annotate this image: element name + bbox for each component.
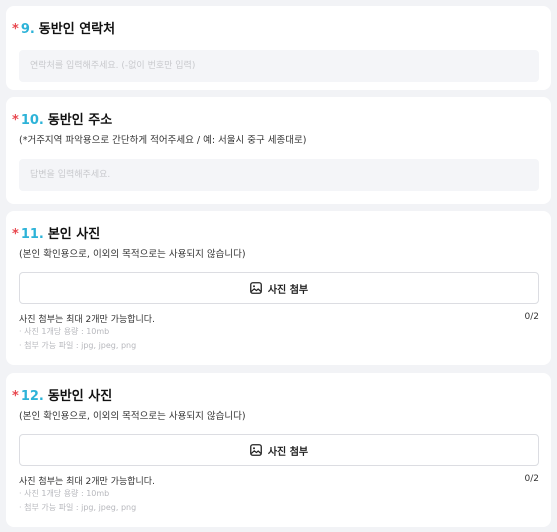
question-card-12: * 12. 동반인 사진 (본인 확인용으로, 이외의 목적으로는 사용되지 않… bbox=[6, 373, 551, 527]
photo-upload-label: 사진 첨부 bbox=[267, 284, 309, 296]
question-card-11: * 11. 본인 사진 (본인 확인용으로, 이외의 목적으로는 사용되지 않습… bbox=[6, 211, 551, 365]
upload-size-note: · 사진 1개당 용량 : 10mb bbox=[19, 327, 110, 336]
question-label-12: 동반인 사진 bbox=[47, 389, 113, 404]
photo-upload-button-self[interactable]: 사진 첨부 bbox=[19, 272, 539, 304]
question-label-10: 동반인 주소 bbox=[47, 113, 113, 128]
question-title-9: * 9. 동반인 연락처 bbox=[12, 18, 115, 37]
question-card-9: * 9. 동반인 연락처 bbox=[6, 6, 551, 90]
upload-size-note: · 사진 1개당 용량 : 10mb bbox=[19, 489, 110, 498]
upload-type-note: · 첨부 가능 파일 : jpg, jpeg, png bbox=[19, 503, 137, 512]
form-page: * 9. 동반인 연락처 * 10. 동반인 주소 (*거주지역 파악용으로 간… bbox=[0, 0, 557, 532]
companion-address-input[interactable] bbox=[19, 159, 539, 191]
upload-limit-text: 사진 첨부는 최대 2개만 가능합니다. bbox=[19, 315, 155, 325]
question-hint-12: (본인 확인용으로, 이외의 목적으로는 사용되지 않습니다) bbox=[19, 411, 246, 422]
question-title-12: * 12. 동반인 사진 bbox=[12, 385, 112, 404]
question-number-10: 10. bbox=[20, 113, 44, 128]
upload-type-note: · 첨부 가능 파일 : jpg, jpeg, png bbox=[19, 341, 137, 350]
required-mark: * bbox=[12, 389, 19, 404]
question-hint-11: (본인 확인용으로, 이외의 목적으로는 사용되지 않습니다) bbox=[19, 249, 246, 260]
question-number-11: 11. bbox=[20, 227, 44, 242]
question-title-10: * 10. 동반인 주소 bbox=[12, 109, 112, 128]
image-icon bbox=[249, 444, 262, 456]
question-label-11: 본인 사진 bbox=[47, 227, 101, 242]
question-label-9: 동반인 연락처 bbox=[38, 22, 116, 37]
required-mark: * bbox=[12, 22, 19, 37]
question-number-9: 9. bbox=[20, 22, 35, 37]
photo-upload-label: 사진 첨부 bbox=[267, 446, 309, 458]
photo-upload-button-companion[interactable]: 사진 첨부 bbox=[19, 434, 539, 466]
image-icon bbox=[249, 282, 262, 294]
required-mark: * bbox=[12, 227, 19, 242]
upload-count: 0/2 bbox=[524, 312, 539, 322]
question-title-11: * 11. 본인 사진 bbox=[12, 223, 100, 242]
upload-limit-text: 사진 첨부는 최대 2개만 가능합니다. bbox=[19, 477, 155, 487]
upload-info-row: 사진 첨부는 최대 2개만 가능합니다. 0/2 bbox=[19, 312, 539, 325]
companion-contact-input[interactable] bbox=[19, 50, 539, 82]
upload-count: 0/2 bbox=[524, 474, 539, 484]
question-card-10: * 10. 동반인 주소 (*거주지역 파악용으로 간단하게 적어주세요 / 예… bbox=[6, 97, 551, 204]
upload-info-row: 사진 첨부는 최대 2개만 가능합니다. 0/2 bbox=[19, 474, 539, 487]
required-mark: * bbox=[12, 113, 19, 128]
question-hint-10: (*거주지역 파악용으로 간단하게 적어주세요 / 예: 서울시 중구 세종대로… bbox=[19, 135, 307, 146]
question-number-12: 12. bbox=[20, 389, 44, 404]
